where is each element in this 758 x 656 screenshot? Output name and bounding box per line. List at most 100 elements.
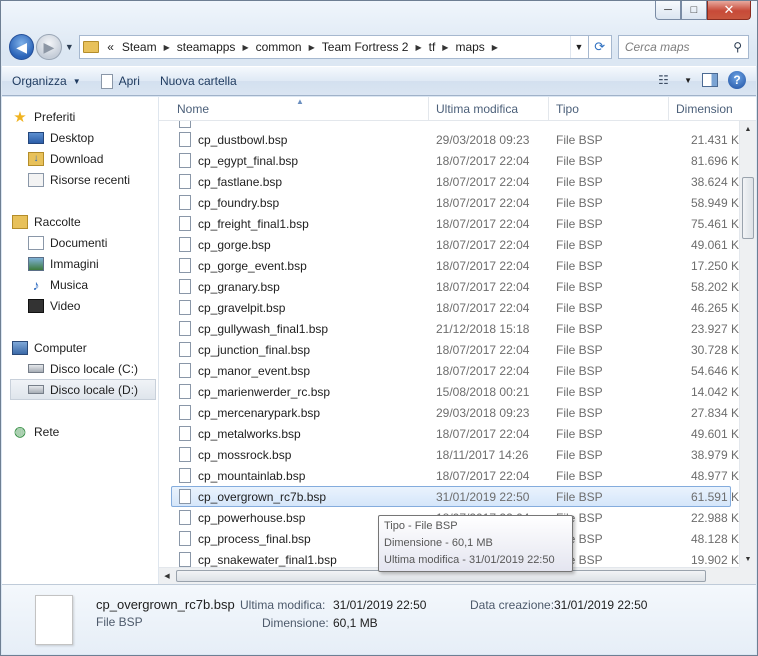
chevron-right-icon[interactable]: ▶: [306, 43, 318, 52]
recent-pages-dropdown[interactable]: ▼: [64, 42, 76, 52]
chevron-right-icon[interactable]: ▶: [412, 43, 424, 52]
scroll-down-icon[interactable]: ▼: [740, 551, 756, 567]
close-button[interactable]: ✕: [707, 1, 751, 20]
help-icon[interactable]: ?: [728, 71, 746, 89]
open-button[interactable]: Apri: [91, 70, 150, 92]
table-row[interactable]: cp_gorge_event.bsp 18/07/2017 22:04 File B…: [159, 255, 739, 276]
file-list-pane: ▲ Nome Ultima modifica Tipo Dimension cp…: [159, 97, 756, 584]
minimize-button[interactable]: ─: [655, 1, 681, 20]
refresh-button[interactable]: ⟳: [588, 35, 612, 59]
file-icon: [179, 132, 191, 147]
column-header-type[interactable]: Tipo: [549, 97, 669, 121]
nav-favorites[interactable]: ★ Preferiti: [2, 106, 158, 127]
vertical-scrollbar[interactable]: ▲ ▼: [739, 121, 756, 567]
table-row[interactable]: cp_gorge.bsp 18/07/2017 22:04 File BSP 49.0…: [159, 234, 739, 255]
sort-ascending-icon: ▲: [296, 97, 304, 106]
file-type: File BSP: [556, 153, 603, 168]
nav-disk-d[interactable]: Disco locale (D:): [10, 379, 156, 400]
table-row[interactable]: cp_marienwerder_rc.bsp 15/08/2018 00:21 Fi…: [159, 381, 739, 402]
back-button[interactable]: ◀: [9, 34, 35, 60]
details-created-value: 31/01/2019 22:50: [554, 598, 648, 612]
file-icon: [179, 468, 191, 483]
file-icon: [179, 510, 191, 525]
file-icon: [179, 531, 191, 546]
documents-icon: [28, 235, 44, 250]
nav-label: Musica: [50, 277, 89, 292]
new-folder-button[interactable]: Nuova cartella: [150, 70, 247, 92]
file-type: File BSP: [556, 447, 603, 462]
nav-download[interactable]: ↓ Download: [2, 148, 158, 169]
table-row[interactable]: cp_mountainlab.bsp 18/07/2017 22:04 File B…: [159, 465, 739, 486]
details-created-label: Data creazione:: [470, 598, 555, 612]
maximize-button[interactable]: □: [681, 1, 707, 20]
chevron-right-icon[interactable]: ▶: [239, 43, 251, 52]
table-row[interactable]: cp_metalworks.bsp 18/07/2017 22:04 File BS…: [159, 423, 739, 444]
file-name: cp_snakewater_final1.bsp: [198, 552, 337, 567]
nav-documents[interactable]: Documenti: [2, 232, 158, 253]
table-row[interactable]: cp_gullywash_final1.bsp 21/12/2018 15:18 F…: [159, 318, 739, 339]
forward-button[interactable]: ▶: [36, 34, 62, 60]
star-icon: ★: [13, 108, 27, 126]
nav-music[interactable]: ♪ Musica: [2, 274, 158, 295]
nav-disk-c[interactable]: Disco locale (C:): [2, 358, 158, 379]
breadcrumb-tf[interactable]: tf: [425, 40, 440, 54]
file-size: 49.061 K: [690, 237, 739, 252]
file-type: File BSP: [556, 132, 603, 147]
file-name-cell: cp_metalworks.bsp: [159, 426, 429, 441]
address-history-dropdown[interactable]: ▼: [569, 36, 588, 58]
file-icon: [179, 279, 191, 294]
scroll-up-icon[interactable]: ▲: [740, 121, 756, 137]
column-header-name[interactable]: ▲ Nome: [159, 97, 429, 121]
table-row[interactable]: cp_gravelpit.bsp 18/07/2017 22:04 File BSP…: [159, 297, 739, 318]
nav-label: Download: [50, 151, 104, 166]
table-row[interactable]: cp_mossrock.bsp 18/11/2017 14:26 File BSP 3…: [159, 444, 739, 465]
table-row[interactable]: cp_freight_final1.bsp 18/07/2017 22:04 Fil…: [159, 213, 739, 234]
file-type: File BSP: [556, 468, 603, 483]
breadcrumb-maps[interactable]: maps: [451, 40, 488, 54]
table-row-partial[interactable]: [159, 121, 739, 129]
breadcrumb-overflow[interactable]: «: [103, 40, 118, 54]
file-name-cell: cp_marienwerder_rc.bsp: [159, 384, 429, 399]
table-row[interactable]: cp_overgrown_rc7b.bsp 31/01/2019 22:50 Fil…: [159, 486, 739, 507]
file-name: cp_powerhouse.bsp: [198, 510, 306, 525]
nav-computer[interactable]: Computer: [2, 337, 158, 358]
breadcrumb-team-fortress-2[interactable]: Team Fortress 2: [318, 40, 413, 54]
nav-recent[interactable]: Risorse recenti: [2, 169, 158, 190]
table-row[interactable]: cp_fastlane.bsp 18/07/2017 22:04 File BSP 3…: [159, 171, 739, 192]
table-row[interactable]: cp_granary.bsp 18/07/2017 22:04 File BSP 58…: [159, 276, 739, 297]
search-input[interactable]: [624, 40, 725, 54]
vertical-scroll-thumb[interactable]: [742, 177, 754, 239]
breadcrumb-common[interactable]: common: [252, 40, 306, 54]
table-row[interactable]: cp_mercenarypark.bsp 29/03/2018 09:23 File…: [159, 402, 739, 423]
breadcrumb-steam[interactable]: Steam: [118, 40, 161, 54]
table-row[interactable]: cp_foundry.bsp 18/07/2017 22:04 File BSP 58…: [159, 192, 739, 213]
column-header-modified[interactable]: Ultima modifica: [429, 97, 549, 121]
breadcrumb-steamapps[interactable]: steamapps: [173, 40, 240, 54]
table-row[interactable]: cp_dustbowl.bsp 29/03/2018 09:23 File BSP 2…: [159, 129, 739, 150]
file-modified: 29/03/2018 09:23: [436, 132, 530, 147]
scroll-left-icon[interactable]: ◀: [159, 568, 175, 584]
view-options-dropdown[interactable]: ▼: [684, 76, 692, 85]
table-row[interactable]: cp_manor_event.bsp 18/07/2017 22:04 File B…: [159, 360, 739, 381]
change-view-icon[interactable]: ☷: [658, 73, 674, 87]
column-header-size[interactable]: Dimension: [669, 97, 739, 121]
organize-button[interactable]: Organizza ▼: [2, 70, 91, 92]
preview-pane-icon[interactable]: [702, 73, 718, 87]
search-icon[interactable]: ⚲: [733, 40, 742, 54]
file-modified: 18/07/2017 22:04: [436, 279, 530, 294]
chevron-right-icon[interactable]: ▶: [489, 43, 501, 52]
search-box[interactable]: ⚲: [617, 35, 749, 59]
nav-libraries[interactable]: Raccolte: [2, 211, 158, 232]
nav-images[interactable]: Immagini: [2, 253, 158, 274]
details-pane: cp_overgrown_rc7b.bsp File BSP Ultima mo…: [2, 584, 756, 654]
chevron-right-icon[interactable]: ▶: [161, 43, 173, 52]
nav-desktop[interactable]: Desktop: [2, 127, 158, 148]
table-row[interactable]: cp_junction_final.bsp 18/07/2017 22:04 Fil…: [159, 339, 739, 360]
file-size: 48.977 K: [690, 468, 739, 483]
table-row[interactable]: cp_egypt_final.bsp 18/07/2017 22:04 File B…: [159, 150, 739, 171]
nav-video[interactable]: Video: [2, 295, 158, 316]
file-type: File BSP: [556, 174, 603, 189]
nav-network[interactable]: ◍ Rete: [2, 421, 158, 442]
address-bar[interactable]: « Steam ▶ steamapps ▶ common ▶ Team Fort…: [79, 35, 589, 59]
chevron-right-icon[interactable]: ▶: [439, 43, 451, 52]
